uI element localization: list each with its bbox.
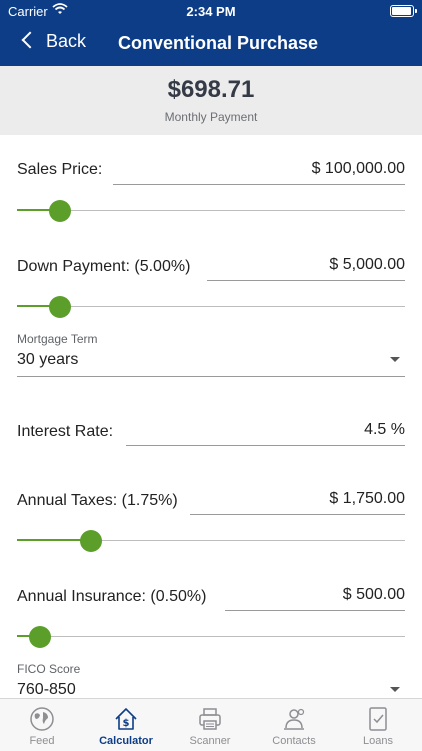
status-time: 2:34 PM [186,4,236,19]
slider-thumb[interactable] [80,530,102,552]
annual-insurance-underline [225,610,405,611]
back-label: Back [46,31,87,51]
tab-bar: Feed $ Calculator Scanner Contacts Loans [0,698,422,751]
annual-taxes-input[interactable]: $ 1,750.00 [329,490,405,508]
tab-feed[interactable]: Feed [0,699,84,751]
globe-icon [30,707,54,731]
payment-summary: $698.71 Monthly Payment [0,66,422,135]
fico-score-select[interactable]: 760-850 [17,681,76,699]
tab-scanner[interactable]: Scanner [168,699,252,751]
tab-label: Feed [29,735,55,747]
tab-loans[interactable]: Loans [336,699,420,751]
monthly-payment-amount: $698.71 [167,76,255,103]
sales-price-label: Sales Price: [17,161,103,178]
down-payment-slider[interactable] [17,296,405,318]
interest-rate-underline [126,445,405,446]
tab-label: Scanner [189,735,231,747]
slider-thumb[interactable] [29,626,51,648]
page-title: Conventional Purchase [118,33,319,53]
annual-taxes-slider[interactable] [17,530,405,552]
interest-rate-input[interactable]: 4.5 % [364,421,405,439]
svg-text:$: $ [123,718,130,729]
slider-track [17,636,405,637]
annual-insurance-input[interactable]: $ 500.00 [343,586,405,604]
monthly-payment-caption: Monthly Payment [164,110,258,124]
mortgage-term-label: Mortgage Term [17,332,98,346]
tab-contacts[interactable]: Contacts [252,699,336,751]
back-button[interactable]: Back [21,31,87,52]
chevron-down-icon[interactable] [390,687,400,692]
chevron-down-icon[interactable] [390,357,400,362]
annual-insurance-label: Annual Insurance: (0.50%) [17,588,207,605]
tab-label: Loans [363,735,393,747]
down-payment-label: Down Payment: (5.00%) [17,258,191,275]
status-bar: Carrier 2:34 PM [0,0,422,22]
mortgage-term-select[interactable]: 30 years [17,351,78,369]
tab-label: Calculator [99,735,153,747]
annual-taxes-label: Annual Taxes: (1.75%) [17,492,178,509]
chevron-left-icon [21,31,39,49]
battery-icon [390,5,417,17]
sales-price-slider[interactable] [17,200,405,222]
fico-score-label: FICO Score [17,662,81,676]
interest-rate-label: Interest Rate: [17,423,114,440]
document-check-icon [369,707,387,731]
contacts-icon [284,708,305,730]
down-payment-underline [207,280,405,281]
slider-track [17,306,405,307]
down-payment-input[interactable]: $ 5,000.00 [329,256,405,274]
house-dollar-icon: $ [115,708,137,730]
sales-price-underline [113,184,405,185]
tab-calculator[interactable]: $ Calculator [84,699,168,751]
annual-insurance-slider[interactable] [17,626,405,648]
slider-thumb[interactable] [49,200,71,222]
mortgage-term-underline [17,376,405,377]
slider-thumb[interactable] [49,296,71,318]
sales-price-input[interactable]: $ 100,000.00 [312,160,405,178]
tab-label: Contacts [272,735,316,747]
annual-taxes-underline [190,514,405,515]
slider-track [17,210,405,211]
printer-icon [199,708,221,730]
nav-bar: Back Conventional Purchase [0,22,422,66]
